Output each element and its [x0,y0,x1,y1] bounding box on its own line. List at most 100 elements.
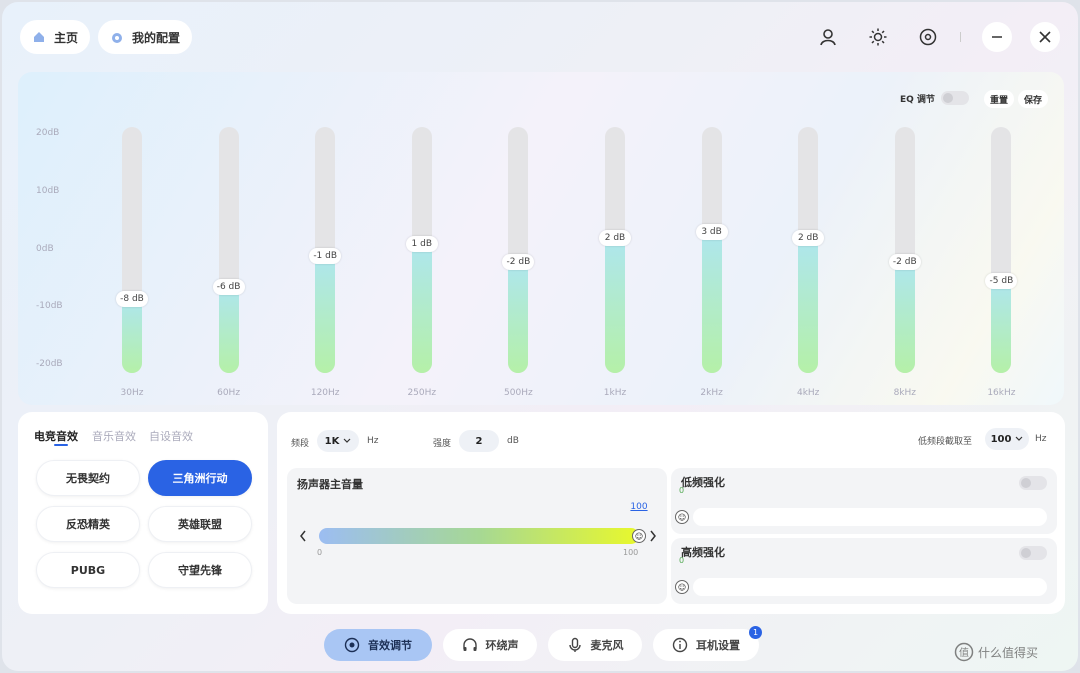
minimize-button[interactable] [982,22,1012,52]
my-config-label: 我的配置 [132,30,181,45]
my-config-button[interactable]: 我的配置 [98,20,193,54]
eq-band-slider[interactable] [605,127,625,373]
nav-surround[interactable]: 环绕声 [443,629,537,661]
eq-band-fill [218,286,239,373]
bass-knob[interactable]: ☺ [675,510,689,524]
watermark: 值 什么值得买 [954,642,1038,662]
gain-input[interactable]: 2 [459,430,499,452]
close-button[interactable] [1030,22,1060,52]
eq-band-slider[interactable] [508,127,529,373]
eq-band-slider[interactable] [798,127,819,373]
eq-band-fill [508,262,529,373]
watermark-logo-icon: 值 [954,642,974,662]
eq-band-freq-label: 16kHz [987,388,1016,398]
eq-band-gain-label[interactable]: 3 dB [695,223,728,240]
freq-value: 1K [324,435,340,447]
preset-button[interactable]: 反恐精英 [36,506,140,542]
freq-select[interactable]: 1K [317,430,359,452]
eq-band-slider[interactable] [991,127,1012,373]
brightness-icon[interactable] [863,22,893,52]
bass-slider[interactable] [693,508,1047,526]
nav-microphone[interactable]: 麦克风 [548,629,642,661]
chevron-left-icon[interactable] [299,530,307,542]
eq-band-freq-label: 250Hz [407,388,437,398]
tab-music[interactable]: 音乐音效 [92,428,136,444]
chevron-right-icon[interactable] [649,530,657,542]
preset-button[interactable]: 守望先锋 [148,552,252,588]
eq-band-gain-label[interactable]: -1 dB [309,248,342,265]
eq-band-freq-label: 8kHz [893,388,917,398]
y-label: 20dB [36,128,60,138]
reset-button[interactable]: 重置 [984,90,1015,108]
eq-band-gain-label[interactable]: 2 dB [599,229,631,246]
bass-card: 低频强化 0 ☺ [671,468,1057,534]
eq-band-fill [605,237,625,373]
home-label: 主页 [54,30,79,45]
save-button[interactable]: 保存 [1018,90,1049,108]
preset-button[interactable]: 英雄联盟 [148,506,252,542]
gain-unit: dB [507,436,519,446]
toolbar-divider [960,32,961,42]
parameter-panel: 频段 1K Hz 强度 2 dB 低频段截取至 100 Hz 扬声器主音量 10… [277,412,1065,614]
eq-band-gain-label[interactable]: -6 dB [212,278,245,295]
treble-knob[interactable]: ☺ [675,580,689,594]
eq-band-slider[interactable] [701,127,722,373]
eq-band-freq-label: 60Hz [217,388,241,398]
treble-title: 高频强化 [681,546,725,559]
eq-toggle-label: EQ 调节 [900,94,935,105]
gain-label: 强度 [433,439,452,449]
sound-effects-icon [344,637,360,653]
master-volume-max: 100 [623,548,639,557]
treble-slider[interactable] [693,578,1047,596]
eq-band-gain-label[interactable]: -5 dB [985,272,1018,289]
eq-band-freq-label: 120Hz [310,388,340,398]
eq-band-fill [701,231,722,373]
nav-headset-settings[interactable]: 耳机设置 [653,629,759,661]
preset-button[interactable]: 无畏契约 [36,460,140,496]
split-select[interactable]: 100 [985,428,1029,450]
close-icon [1039,31,1051,43]
preset-button[interactable]: PUBG [36,552,140,588]
eq-band-gain-label[interactable]: -2 dB [502,254,535,271]
bass-toggle[interactable] [1019,476,1047,490]
microphone-icon [568,637,581,652]
eq-band-gain-label[interactable]: -2 dB [888,254,921,271]
freq-label: 频段 [291,439,310,449]
freq-unit: Hz [367,436,379,446]
tab-underline [54,444,68,446]
eq-toggle[interactable] [940,91,969,105]
eq-band-freq-label: 30Hz [120,388,144,398]
nav-sound-effects[interactable]: 音效调节 [324,629,432,661]
minimize-icon [992,36,1002,38]
target-icon[interactable] [913,22,943,52]
svg-text:值: 值 [959,646,969,659]
eq-band-slider[interactable] [122,127,142,373]
treble-toggle[interactable] [1019,546,1047,560]
preset-panel: 电竞音效 音乐音效 自设音效 无畏契约 三角洲行动 反恐精英 英雄联盟 PUBG… [18,412,268,614]
eq-band-freq-label: 2kHz [700,388,723,398]
eq-band-gain-label[interactable]: -8 dB [116,291,148,308]
tab-esports[interactable]: 电竞音效 [34,428,78,444]
eq-band-fill [798,237,819,373]
eq-band-freq-label: 500Hz [504,388,533,398]
eq-band-slider[interactable] [894,127,915,373]
y-label: 10dB [36,186,60,196]
tab-custom[interactable]: 自设音效 [149,428,193,444]
eq-band-fill [991,280,1012,373]
master-volume-title: 扬声器主音量 [297,478,363,491]
user-icon[interactable] [813,22,843,52]
nav-label: 麦克风 [590,639,624,652]
master-volume-track[interactable] [319,528,639,544]
split-value: 100 [990,433,1012,445]
eq-band-gain-label[interactable]: 1 dB [405,235,438,252]
eq-band-slider[interactable] [218,127,239,373]
nav-label: 环绕声 [485,639,519,652]
split-unit: Hz [1035,434,1047,444]
master-volume-card: 扬声器主音量 100 ☺ 0 100 [287,468,667,604]
eq-band-fill [122,299,142,373]
master-volume-knob[interactable]: ☺ [632,529,646,543]
y-label: 0dB [36,244,54,254]
eq-band-gain-label[interactable]: 2 dB [792,229,825,246]
home-button[interactable]: 主页 [20,20,91,54]
preset-button[interactable]: 三角洲行动 [148,460,252,496]
